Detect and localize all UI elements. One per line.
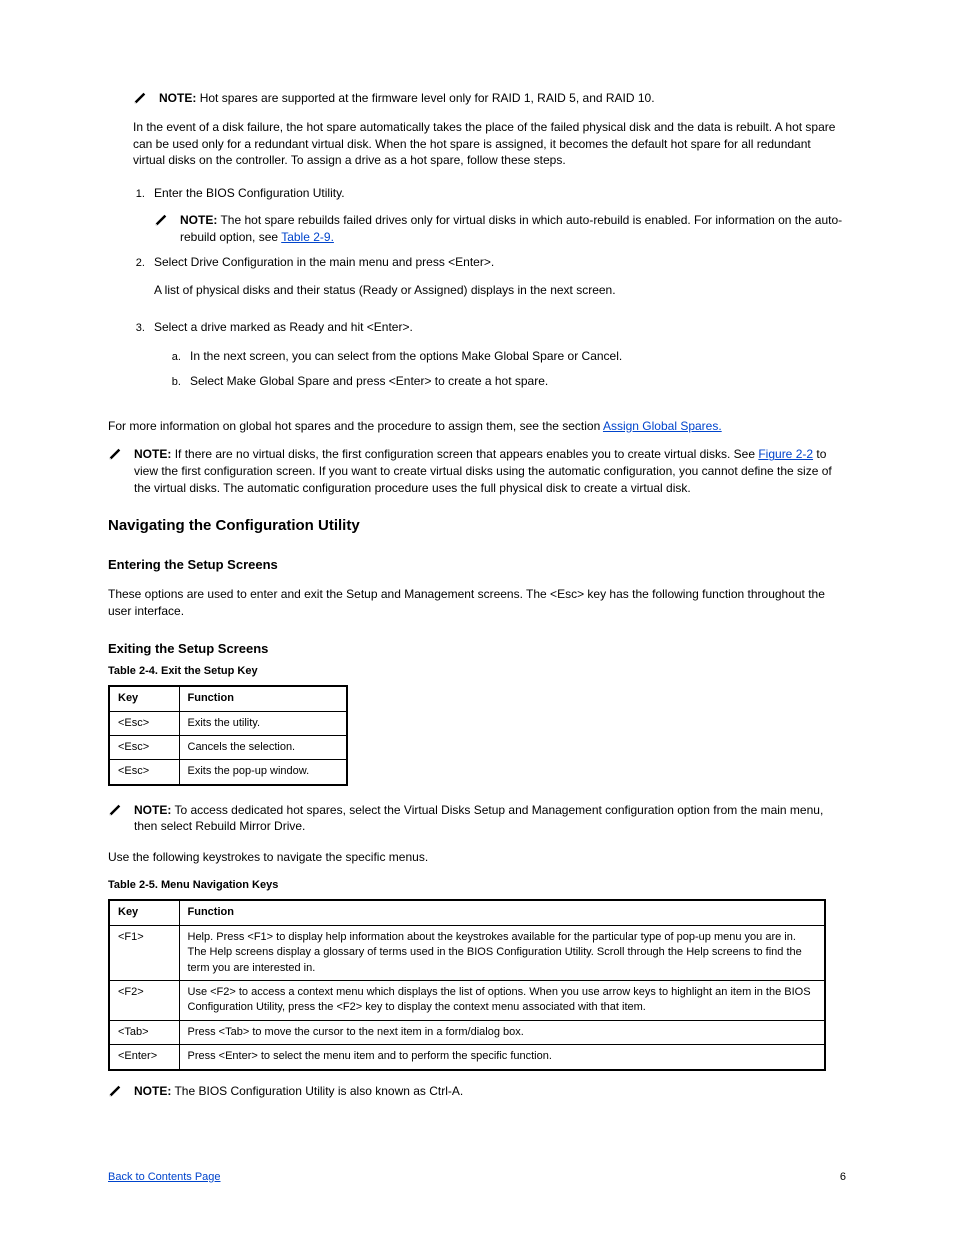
step-3: Select a drive marked as Ready and hit <… [148,315,846,405]
cell-func: Exits the pop-up window. [179,760,347,785]
paragraph: In the event of a disk failure, the hot … [133,119,846,169]
pencil-note-icon [108,803,122,817]
note-row: NOTE: The BIOS Configuration Utility is … [108,1083,846,1100]
th-function: Function [179,686,347,711]
note-label: NOTE: [134,447,171,461]
note-icon-cell [133,90,159,107]
paragraph: For more information on global hot spare… [108,418,846,435]
table-row: <Esc> Exits the utility. [109,711,347,735]
step-2: Select Drive Configuration in the main m… [148,250,846,316]
paragraph: Use the following keystrokes to navigate… [108,849,846,866]
pencil-note-icon [108,1084,122,1098]
para-text: For more information on global hot spare… [108,419,600,433]
table-caption: Table 2-5. Menu Navigation Keys [108,878,846,893]
note-text: The BIOS Configuration Utility is also k… [174,1084,463,1098]
cell-func: Press <Enter> to select the menu item an… [179,1045,825,1070]
heading-exiting: Exiting the Setup Screens [108,640,846,658]
table-row: <Esc> Exits the pop-up window. [109,760,347,785]
cell-key: <Esc> [109,735,179,759]
note-body: NOTE: Hot spares are supported at the fi… [159,90,846,107]
cell-func: Cancels the selection. [179,735,347,759]
table-header-row: Key Function [109,900,825,925]
cell-func: Help. Press <F1> to display help informa… [179,925,825,980]
back-to-contents-link[interactable]: Back to Contents Page [108,1170,221,1185]
note-body: NOTE: If there are no virtual disks, the… [134,446,846,496]
pencil-note-icon [154,213,168,227]
note-icon-cell [108,446,134,496]
th-key: Key [109,686,179,711]
note-label: NOTE: [159,91,196,105]
step-detail: A list of physical disks and their statu… [154,282,846,299]
cell-func: Press <Tab> to move the cursor to the ne… [179,1020,825,1044]
note-text: The hot spare rebuilds failed drives onl… [180,213,842,244]
note-icon-cell [108,1083,134,1100]
table-menu-nav-keys: Key Function <F1> Help. Press <F1> to di… [108,899,826,1070]
substep-b: Select Make Global Spare and press <Ente… [184,369,846,394]
paragraph: These options are used to enter and exit… [108,586,846,620]
note-row: NOTE: To access dedicated hot spares, se… [108,802,846,836]
note-text: Hot spares are supported at the firmware… [200,91,655,105]
note-label: NOTE: [180,213,217,227]
th-key: Key [109,900,179,925]
step-text: Select a drive marked as Ready and hit <… [154,320,413,334]
note-row: NOTE: The hot spare rebuilds failed driv… [154,212,846,246]
th-function: Function [179,900,825,925]
note-link[interactable]: Figure 2-2 [758,447,813,461]
footer: Back to Contents Page [108,1170,221,1185]
note-icon-cell [154,212,180,246]
table-exit-keys: Key Function <Esc> Exits the utility. <E… [108,685,348,786]
note-row: NOTE: Hot spares are supported at the fi… [133,90,846,107]
para-link[interactable]: Assign Global Spares. [603,419,722,433]
table-row: <F2> Use <F2> to access a context menu w… [109,981,825,1021]
note-text: If there are no virtual disks, the first… [175,447,755,461]
cell-key: <Tab> [109,1020,179,1044]
note-label: NOTE: [134,803,171,817]
steps-list: Enter the BIOS Configuration Utility. NO… [148,181,846,405]
note-body: NOTE: The BIOS Configuration Utility is … [134,1083,846,1100]
pencil-note-icon [108,447,122,461]
note-label: NOTE: [134,1084,171,1098]
cell-key: <Esc> [109,760,179,785]
cell-key: <Esc> [109,711,179,735]
table-row: <F1> Help. Press <F1> to display help in… [109,925,825,980]
cell-func: Exits the utility. [179,711,347,735]
cell-key: <Enter> [109,1045,179,1070]
table-row: <Tab> Press <Tab> to move the cursor to … [109,1020,825,1044]
cell-key: <F2> [109,981,179,1021]
substep-a: In the next screen, you can select from … [184,344,846,369]
table-row: <Enter> Press <Enter> to select the menu… [109,1045,825,1070]
step-text: Select Drive Configuration in the main m… [154,255,494,269]
pencil-note-icon [133,91,147,105]
heading-nav: Navigating the Configuration Utility [108,515,846,536]
table-header-row: Key Function [109,686,347,711]
page-number: 6 [840,1170,846,1185]
table-row: <Esc> Cancels the selection. [109,735,347,759]
note-body: NOTE: The hot spare rebuilds failed driv… [180,212,846,246]
note-row: NOTE: If there are no virtual disks, the… [108,446,846,496]
table-caption: Table 2-4. Exit the Setup Key [108,664,846,679]
note-body: NOTE: To access dedicated hot spares, se… [134,802,846,836]
note-icon-cell [108,802,134,836]
step-1: Enter the BIOS Configuration Utility. NO… [148,181,846,249]
cell-func: Use <F2> to access a context menu which … [179,981,825,1021]
cell-key: <F1> [109,925,179,980]
substeps-list: In the next screen, you can select from … [184,344,846,394]
step-text: Enter the BIOS Configuration Utility. [154,186,345,200]
note-link[interactable]: Table 2-9. [281,230,334,244]
note-text: To access dedicated hot spares, select t… [134,803,823,834]
heading-entering: Entering the Setup Screens [108,556,846,574]
